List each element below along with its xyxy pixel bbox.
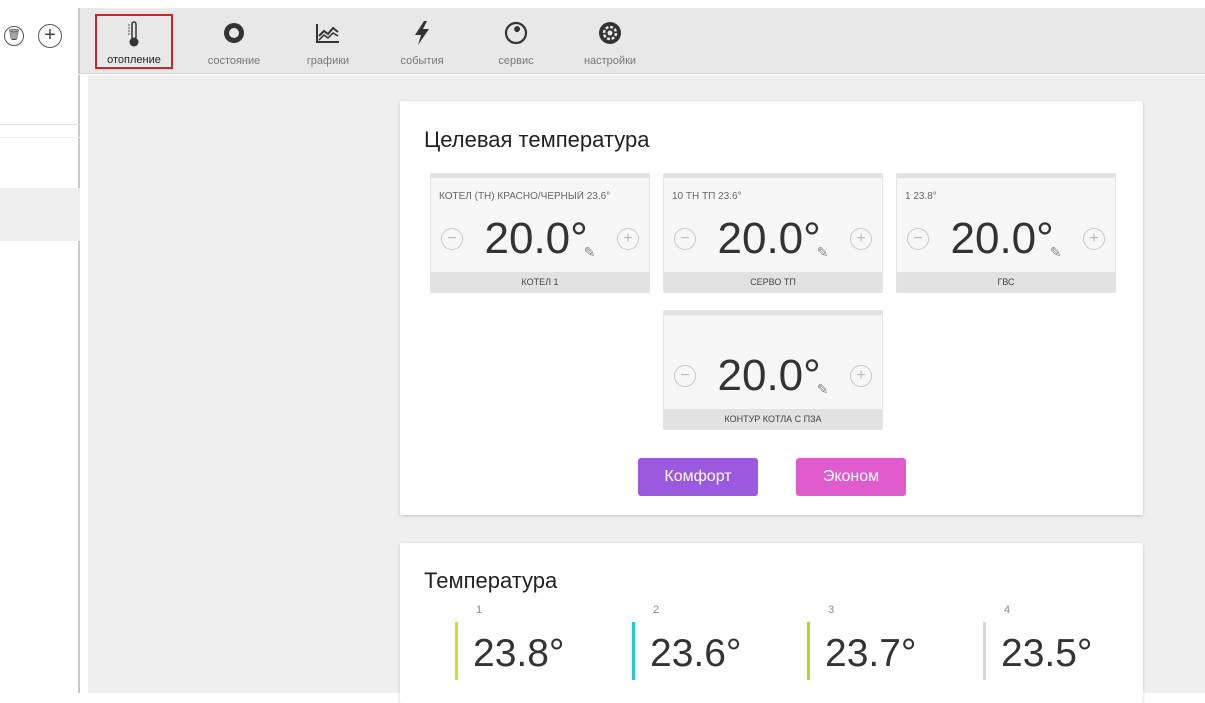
- widget-footer: КОТЕЛ 1: [431, 272, 649, 292]
- tab-label: графики: [306, 55, 350, 67]
- pencil-icon: ✎: [583, 244, 596, 260]
- target-value[interactable]: 20.0°✎: [937, 214, 1075, 264]
- increase-button[interactable]: +: [850, 365, 872, 387]
- value-text: 20.0°: [717, 214, 821, 263]
- sensor-value: 23.6°: [650, 632, 742, 675]
- wrench-icon: [503, 18, 529, 48]
- widget-footer: ГВС: [897, 272, 1115, 292]
- target-temperature-card: Целевая температура: [400, 101, 1143, 515]
- target-value[interactable]: 20.0°✎: [704, 351, 842, 401]
- tab-label: отопление: [107, 54, 161, 66]
- target-value[interactable]: 20.0°✎: [704, 214, 842, 264]
- widget-header: 1 23.8°: [905, 191, 937, 202]
- tab-label: состояние: [207, 55, 261, 67]
- divider: [0, 124, 80, 125]
- decrease-button[interactable]: −: [674, 365, 696, 387]
- trash-icon[interactable]: 🗑: [4, 26, 24, 46]
- sensor-3: 3 23.7°: [807, 604, 967, 684]
- top-toolbar: 🗑 + отопление состояние графики события …: [0, 8, 1205, 74]
- tab-label: сервис: [498, 55, 534, 67]
- circle-status-icon: [221, 18, 247, 48]
- thermometer-icon: [121, 19, 147, 49]
- pencil-icon: ✎: [816, 244, 829, 260]
- sensor-index: 1: [476, 604, 483, 616]
- tab-heating[interactable]: отопление: [95, 14, 173, 69]
- sensor-index: 3: [828, 604, 835, 616]
- decrease-button[interactable]: −: [441, 228, 463, 250]
- lightning-icon: [409, 18, 435, 48]
- tab-label: события: [400, 55, 444, 67]
- tab-label: настройки: [583, 55, 637, 67]
- temp-widget-dhw: 1 23.8° − 20.0°✎ + ГВС: [896, 173, 1116, 293]
- sensor-2: 2 23.6°: [632, 604, 792, 684]
- card-title: Целевая температура: [424, 127, 650, 152]
- divider: [0, 137, 80, 138]
- add-icon[interactable]: +: [38, 24, 62, 48]
- sensor-value: 23.7°: [825, 632, 917, 675]
- temp-widget-boiler1: КОТЕЛ (ТН) КРАСНО/ЧЕРНЫЙ 23.6° − 20.0°✎ …: [430, 173, 650, 293]
- tab-charts[interactable]: графики: [281, 8, 375, 74]
- comfort-button[interactable]: Комфорт: [638, 458, 758, 496]
- sensor-index: 2: [653, 604, 660, 616]
- tab-events[interactable]: события: [375, 8, 469, 74]
- value-text: 20.0°: [717, 351, 821, 400]
- temp-widget-boiler-circuit: − 20.0°✎ + КОНТУР КОТЛА С ПЗА: [663, 310, 883, 430]
- sensor-color-bar: [807, 622, 810, 680]
- increase-button[interactable]: +: [850, 228, 872, 250]
- left-tools: 🗑 +: [0, 8, 80, 74]
- widget-header: КОТЕЛ (ТН) КРАСНО/ЧЕРНЫЙ 23.6°: [439, 191, 611, 202]
- increase-button[interactable]: +: [617, 228, 639, 250]
- decrease-button[interactable]: −: [674, 228, 696, 250]
- sensor-4: 4 23.5°: [983, 604, 1143, 684]
- widget-header: 10 ТН ТП 23.6°: [672, 191, 742, 202]
- sensor-color-bar: [455, 622, 458, 680]
- pencil-icon: ✎: [816, 381, 829, 397]
- left-panel: [0, 75, 80, 701]
- decrease-button[interactable]: −: [907, 228, 929, 250]
- gear-icon: [597, 18, 623, 48]
- chart-icon: [315, 18, 341, 48]
- tab-service[interactable]: сервис: [469, 8, 563, 74]
- value-text: 20.0°: [950, 214, 1054, 263]
- sensor-color-bar: [983, 622, 986, 680]
- sensor-1: 1 23.8°: [455, 604, 615, 684]
- econom-button[interactable]: Эконом: [796, 458, 906, 496]
- value-text: 20.0°: [484, 214, 588, 263]
- increase-button[interactable]: +: [1083, 228, 1105, 250]
- target-value[interactable]: 20.0°✎: [471, 214, 609, 264]
- left-panel-selected-item[interactable]: [0, 188, 80, 241]
- temp-widget-servo: 10 ТН ТП 23.6° − 20.0°✎ + СЕРВО ТП: [663, 173, 883, 293]
- tab-settings[interactable]: настройки: [563, 8, 657, 74]
- main-tabs: отопление состояние графики события серв…: [92, 8, 657, 74]
- pencil-icon: ✎: [1049, 244, 1062, 260]
- card-title: Температура: [424, 568, 558, 593]
- sensor-value: 23.8°: [473, 632, 565, 675]
- sensor-color-bar: [632, 622, 635, 680]
- sensor-index: 4: [1004, 604, 1011, 616]
- sensor-value: 23.5°: [1001, 632, 1093, 675]
- tab-status[interactable]: состояние: [187, 8, 281, 74]
- widget-footer: СЕРВО ТП: [664, 272, 882, 292]
- widget-footer: КОНТУР КОТЛА С ПЗА: [664, 409, 882, 429]
